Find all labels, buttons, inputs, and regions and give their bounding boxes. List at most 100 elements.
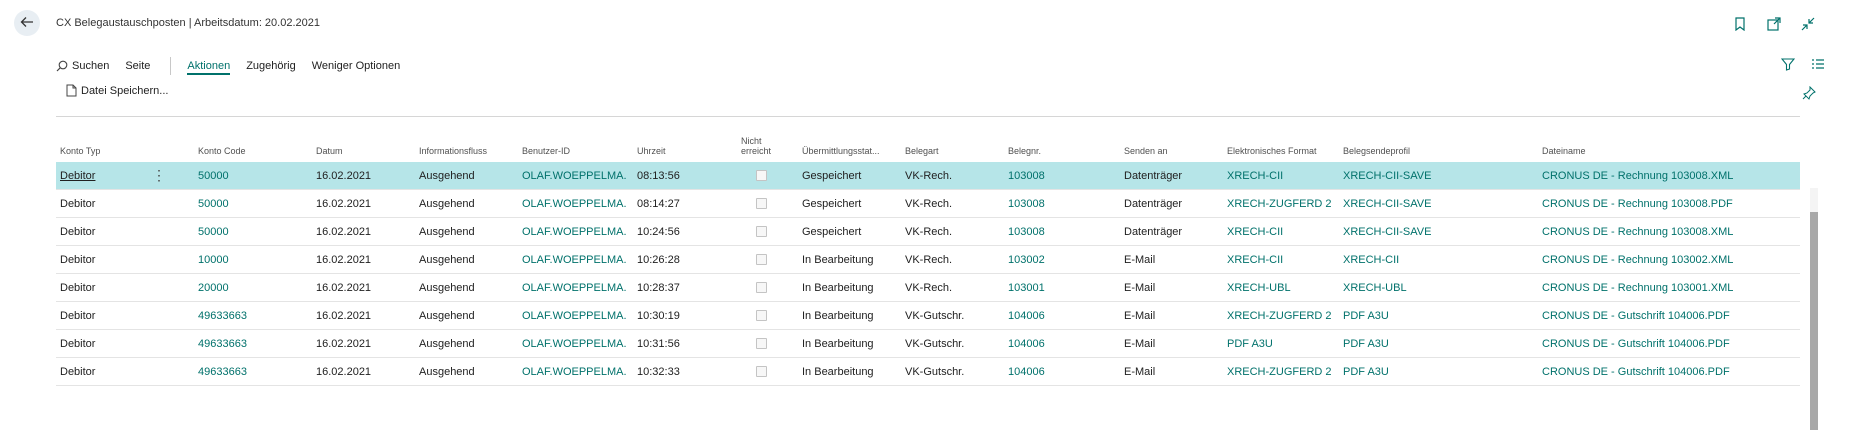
cell-datei[interactable]: CRONUS DE - Gutschrift 104006.PDF [1542,366,1782,378]
row-menu-icon[interactable]: ⋮ [152,167,166,184]
cell-profil[interactable]: XRECH-CII [1343,254,1533,266]
cell-nr[interactable]: 103008 [1008,226,1108,238]
cell-nr[interactable]: 104006 [1008,366,1108,378]
cell-datei[interactable]: CRONUS DE - Rechnung 103008.XML [1542,170,1782,182]
search-button[interactable]: Suchen [56,60,109,72]
pin-icon[interactable] [1802,86,1816,100]
col-senden-an[interactable]: Senden an [1124,146,1168,156]
col-benutzer-id[interactable]: Benutzer-ID [522,146,570,156]
page-menu-button[interactable]: Seite [125,60,150,72]
cell-code[interactable]: 49633663 [198,366,298,378]
cell-user[interactable]: OLAF.WOEPPELMA... [522,170,627,182]
cell-nr[interactable]: 103001 [1008,282,1108,294]
cell-nr[interactable]: 103008 [1008,170,1108,182]
table-row[interactable]: Debitor 49633663 16.02.2021 Ausgehend OLAF.W… [56,330,1800,358]
cell-datei[interactable]: CRONUS DE - Gutschrift 104006.PDF [1542,338,1782,350]
cell-code[interactable]: 49633663 [198,310,298,322]
col-konto-code[interactable]: Konto Code [198,146,246,156]
col-elektronisches-format[interactable]: Elektronisches Format [1227,146,1317,156]
cell-art: VK-Gutschr. [905,338,965,350]
data-grid: Konto Typ Konto Code Datum Informationsf… [56,128,1800,386]
scrollbar-thumb[interactable] [1810,212,1818,430]
cell-datum: 16.02.2021 [316,170,372,182]
cell-code[interactable]: 50000 [198,226,298,238]
open-new-window-icon[interactable] [1766,16,1782,32]
cell-format[interactable]: XRECH-ZUGFERD 2 [1227,310,1337,322]
table-row[interactable]: Debitor 50000 16.02.2021 Ausgehend OLAF.WOEP… [56,190,1800,218]
cell-typ[interactable]: Debitor [60,282,180,294]
cell-format[interactable]: XRECH-UBL [1227,282,1337,294]
table-row[interactable]: Debitor 50000 16.02.2021 Ausgehend OLAF.WOEP… [56,162,1800,190]
col-belegart[interactable]: Belegart [905,146,939,156]
cell-user[interactable]: OLAF.WOEPPELMA... [522,226,627,238]
col-uhrzeit[interactable]: Uhrzeit [637,146,666,156]
cell-user[interactable]: OLAF.WOEPPELMA... [522,310,627,322]
col-datum[interactable]: Datum [316,146,343,156]
cell-nr[interactable]: 103002 [1008,254,1108,266]
cell-datei[interactable]: CRONUS DE - Rechnung 103002.XML [1542,254,1782,266]
col-belegnr[interactable]: Belegnr. [1008,146,1041,156]
cell-typ[interactable]: Debitor [60,366,180,378]
cell-fluss: Ausgehend [419,338,475,350]
col-nicht-erreicht[interactable]: Nicht erreicht [741,136,771,156]
col-uebermittlungsstatus[interactable]: Übermittlungsstat... [802,146,880,156]
table-row[interactable]: Debitor 50000 16.02.2021 Ausgehend OLAF.WOEP… [56,218,1800,246]
cell-datei[interactable]: CRONUS DE - Rechnung 103001.XML [1542,282,1782,294]
cell-typ[interactable]: Debitor [60,198,180,210]
cell-datei[interactable]: CRONUS DE - Rechnung 103008.PDF [1542,198,1782,210]
cell-profil[interactable]: XRECH-CII-SAVE [1343,170,1533,182]
grid-body: Debitor 50000 16.02.2021 Ausgehend OLAF.WOEP… [56,162,1800,386]
cell-format[interactable]: PDF A3U [1227,338,1337,350]
cell-profil[interactable]: XRECH-CII-SAVE [1343,198,1533,210]
cell-nr[interactable]: 103008 [1008,198,1108,210]
cell-profil[interactable]: PDF A3U [1343,310,1533,322]
cell-code[interactable]: 50000 [198,170,298,182]
cell-profil[interactable]: XRECH-UBL [1343,282,1533,294]
col-dateiname[interactable]: Dateiname [1542,146,1586,156]
cell-format[interactable]: XRECH-CII [1227,254,1337,266]
cell-format[interactable]: XRECH-ZUGFERD 2 [1227,366,1337,378]
tab-actions[interactable]: Aktionen [187,60,231,75]
cell-profil[interactable]: PDF A3U [1343,366,1533,378]
cell-user[interactable]: OLAF.WOEPPELMA... [522,338,627,350]
cell-format[interactable]: XRECH-ZUGFERD 2 [1227,198,1337,210]
cell-user[interactable]: OLAF.WOEPPELMA... [522,198,627,210]
col-informationsfluss[interactable]: Informationsfluss [419,146,487,156]
scrollbar-track[interactable] [1810,188,1818,212]
table-row[interactable]: Debitor 49633663 16.02.2021 Ausgehend OLAF.W… [56,302,1800,330]
cell-datum: 16.02.2021 [316,226,372,238]
table-row[interactable]: Debitor 10000 16.02.2021 Ausgehend OLAF.WOEP… [56,246,1800,274]
cell-typ[interactable]: Debitor [60,254,180,266]
filter-icon[interactable] [1780,56,1796,72]
cell-datei[interactable]: CRONUS DE - Rechnung 103008.XML [1542,226,1782,238]
fewer-options-button[interactable]: Weniger Optionen [312,60,400,72]
cell-format[interactable]: XRECH-CII [1227,170,1337,182]
cell-user[interactable]: OLAF.WOEPPELMA... [522,366,627,378]
back-button[interactable] [14,10,40,36]
cell-user[interactable]: OLAF.WOEPPELMA... [522,254,627,266]
table-row[interactable]: Debitor 20000 16.02.2021 Ausgehend OLAF.WOEP… [56,274,1800,302]
cell-typ[interactable]: Debitor [60,338,180,350]
col-belegsendeprofil[interactable]: Belegsendeprofil [1343,146,1410,156]
cell-typ[interactable]: Debitor [60,226,180,238]
cell-user[interactable]: OLAF.WOEPPELMA... [522,282,627,294]
table-row[interactable]: Debitor 49633663 16.02.2021 Ausgehend OLAF.W… [56,358,1800,386]
cell-nr[interactable]: 104006 [1008,310,1108,322]
col-konto-typ[interactable]: Konto Typ [60,146,100,156]
cell-typ[interactable]: Debitor [60,310,180,322]
tab-related[interactable]: Zugehörig [246,60,296,72]
collapse-icon[interactable] [1800,16,1816,32]
cell-profil[interactable]: XRECH-CII-SAVE [1343,226,1533,238]
cell-datei[interactable]: CRONUS DE - Gutschrift 104006.PDF [1542,310,1782,322]
cell-profil[interactable]: PDF A3U [1343,338,1533,350]
cell-code[interactable]: 50000 [198,198,298,210]
list-view-icon[interactable] [1810,56,1826,72]
cell-code[interactable]: 49633663 [198,338,298,350]
cell-code[interactable]: 20000 [198,282,298,294]
cell-senden: E-Mail [1124,282,1156,294]
bookmark-icon[interactable] [1732,16,1748,32]
cell-format[interactable]: XRECH-CII [1227,226,1337,238]
save-file-button[interactable]: Datei Speichern... [66,84,168,97]
cell-nr[interactable]: 104006 [1008,338,1108,350]
cell-code[interactable]: 10000 [198,254,298,266]
